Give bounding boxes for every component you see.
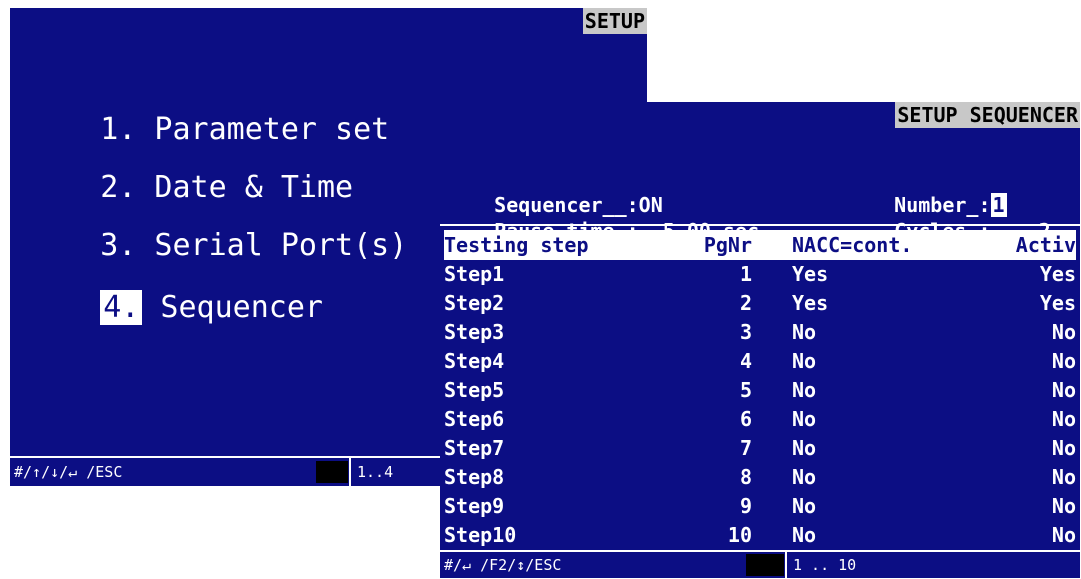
step-name: Step5 bbox=[444, 378, 505, 402]
step-pgnr[interactable]: 7 bbox=[694, 434, 792, 463]
key-hints: #/↵ /F2/↕/ESC bbox=[444, 556, 562, 574]
step-nacc[interactable]: Yes bbox=[792, 289, 982, 318]
step-activ[interactable]: No bbox=[982, 521, 1076, 550]
table-row[interactable]: Step5 5 No No bbox=[444, 376, 1076, 405]
step-name: Step6 bbox=[444, 407, 505, 431]
step-pgnr[interactable]: 6 bbox=[694, 405, 792, 434]
step-activ[interactable]: No bbox=[982, 347, 1076, 376]
col-header-testing-step: Testing step bbox=[444, 230, 694, 260]
step-pgnr[interactable]: 1 bbox=[694, 260, 792, 289]
step-pgnr[interactable]: 9 bbox=[694, 492, 792, 521]
step-nacc[interactable]: Yes bbox=[792, 260, 982, 289]
table-row[interactable]: Step10 10 No No bbox=[444, 521, 1076, 550]
table-header-row: Testing step PgNr NACC=cont. Activ bbox=[444, 230, 1076, 260]
step-activ[interactable]: No bbox=[982, 463, 1076, 492]
setup-sequencer-screen: SETUP SEQUENCER Sequencer__:ON Pause tim… bbox=[440, 102, 1080, 578]
menu-item-number-selected: 4. bbox=[100, 290, 143, 325]
step-nacc[interactable]: No bbox=[792, 405, 982, 434]
step-name: Step2 bbox=[444, 291, 505, 315]
step-activ[interactable]: No bbox=[982, 318, 1076, 347]
step-nacc[interactable]: No bbox=[792, 347, 982, 376]
divider bbox=[440, 224, 1080, 226]
step-name: Step7 bbox=[444, 436, 505, 460]
menu-item-label: Sequencer bbox=[142, 290, 323, 325]
step-name: Step3 bbox=[444, 320, 505, 344]
screen-title: SETUP SEQUENCER bbox=[895, 102, 1080, 128]
step-pgnr[interactable]: 8 bbox=[694, 463, 792, 492]
step-activ[interactable]: Yes bbox=[982, 260, 1076, 289]
step-pgnr[interactable]: 3 bbox=[694, 318, 792, 347]
step-activ[interactable]: No bbox=[982, 376, 1076, 405]
step-name: Step4 bbox=[444, 349, 505, 373]
step-nacc[interactable]: No bbox=[792, 492, 982, 521]
table-row[interactable]: Step4 4 No No bbox=[444, 347, 1076, 376]
table-row[interactable]: Step1 1 Yes Yes bbox=[444, 260, 1076, 289]
step-name: Step10 bbox=[444, 523, 517, 547]
col-header-pgnr: PgNr bbox=[694, 230, 792, 260]
table-row[interactable]: Step3 3 No No bbox=[444, 318, 1076, 347]
step-pgnr[interactable]: 10 bbox=[694, 521, 792, 550]
status-block bbox=[316, 461, 348, 483]
table-row[interactable]: Step9 9 No No bbox=[444, 492, 1076, 521]
step-name: Step8 bbox=[444, 465, 505, 489]
step-nacc[interactable]: No bbox=[792, 318, 982, 347]
step-name: Step1 bbox=[444, 262, 505, 286]
step-name: Step9 bbox=[444, 494, 505, 518]
step-pgnr[interactable]: 5 bbox=[694, 376, 792, 405]
step-nacc[interactable]: No bbox=[792, 521, 982, 550]
step-activ[interactable]: No bbox=[982, 405, 1076, 434]
table-row[interactable]: Step7 7 No No bbox=[444, 434, 1076, 463]
step-pgnr[interactable]: 2 bbox=[694, 289, 792, 318]
menu-item-sequencer[interactable]: 4. Sequencer bbox=[28, 248, 323, 368]
key-hints: #/↑/↓/↵ /ESC bbox=[14, 463, 123, 481]
step-activ[interactable]: Yes bbox=[982, 289, 1076, 318]
step-pgnr[interactable]: 4 bbox=[694, 347, 792, 376]
table-row[interactable]: Step8 8 No No bbox=[444, 463, 1076, 492]
step-activ[interactable]: No bbox=[982, 492, 1076, 521]
step-nacc[interactable]: No bbox=[792, 434, 982, 463]
selection-range: 1 .. 10 bbox=[785, 552, 856, 578]
col-header-activ: Activ bbox=[982, 230, 1076, 260]
col-header-nacc: NACC=cont. bbox=[792, 230, 982, 260]
screen-title: SETUP bbox=[582, 8, 647, 34]
steps-table: Testing step PgNr NACC=cont. Activ Step1… bbox=[444, 230, 1076, 550]
step-nacc[interactable]: No bbox=[792, 463, 982, 492]
table-row[interactable]: Step6 6 No No bbox=[444, 405, 1076, 434]
status-bar: #/↵ /F2/↕/ESC 1 .. 10 bbox=[440, 550, 1080, 578]
status-block bbox=[746, 554, 784, 576]
selection-range: 1..4 bbox=[349, 458, 393, 486]
table-row[interactable]: Step2 2 Yes Yes bbox=[444, 289, 1076, 318]
step-nacc[interactable]: No bbox=[792, 376, 982, 405]
step-activ[interactable]: No bbox=[982, 434, 1076, 463]
